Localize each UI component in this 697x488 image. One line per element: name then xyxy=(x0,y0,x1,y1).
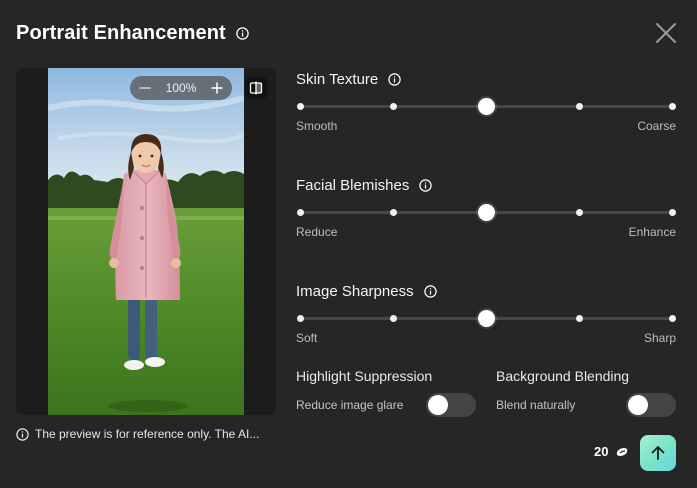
slider-step-dot[interactable] xyxy=(389,315,397,322)
slider-knob[interactable] xyxy=(477,310,495,327)
toggle-description: Reduce image glare xyxy=(296,398,404,412)
info-icon[interactable] xyxy=(388,72,401,86)
slider-max-label: Sharp xyxy=(643,331,676,345)
facial-blemishes-slider[interactable] xyxy=(296,202,676,222)
zoom-level: 100% xyxy=(165,81,197,95)
image-preview: 100% xyxy=(16,68,276,415)
background-blending-switch[interactable] xyxy=(626,393,676,417)
slider-max-label: Enhance xyxy=(628,225,676,239)
portrait-enhancement-dialog: Portrait Enhancement 100% The preview is… xyxy=(0,0,697,488)
coin-icon xyxy=(617,447,628,456)
slider-step-dot[interactable] xyxy=(296,315,304,322)
toggle-description: Blend naturally xyxy=(496,398,576,412)
slider-min-label: Reduce xyxy=(296,225,338,239)
background-blending-option: Background Blending Blend naturally xyxy=(496,368,676,417)
skin-texture-section: Skin Texture Smooth Coarse xyxy=(296,69,676,134)
section-title: Skin Texture xyxy=(296,70,379,88)
slider-min-label: Soft xyxy=(296,331,318,345)
slider-step-dot[interactable] xyxy=(668,315,676,322)
image-sharpness-section: Image Sharpness Soft Sharp xyxy=(296,281,676,346)
slider-knob[interactable] xyxy=(477,98,495,115)
slider-step-dot[interactable] xyxy=(296,209,304,216)
title-row: Portrait Enhancement xyxy=(16,20,249,46)
toggle-title: Highlight Suppression xyxy=(296,368,433,384)
submit-button[interactable] xyxy=(640,435,676,471)
highlight-suppression-switch[interactable] xyxy=(426,393,476,417)
slider-step-dot[interactable] xyxy=(575,209,583,216)
image-sharpness-slider[interactable] xyxy=(296,308,676,328)
portrait-photo xyxy=(48,68,244,415)
info-icon[interactable] xyxy=(419,178,433,192)
credit-cost: 20 xyxy=(594,444,629,459)
close-button[interactable] xyxy=(654,21,678,45)
slider-min-label: Smooth xyxy=(296,119,338,133)
switch-thumb xyxy=(628,395,648,415)
slider-step-dot[interactable] xyxy=(668,209,676,216)
plus-icon[interactable] xyxy=(210,81,224,95)
facial-blemishes-section: Facial Blemishes Reduce Enhance xyxy=(296,175,676,240)
arrow-up-icon xyxy=(651,446,665,460)
slider-step-dot[interactable] xyxy=(575,315,583,322)
info-icon xyxy=(16,427,29,441)
minus-icon[interactable] xyxy=(138,81,152,95)
preview-disclaimer: The preview is for reference only. The A… xyxy=(16,427,259,441)
slider-step-dot[interactable] xyxy=(575,103,583,110)
slider-max-label: Coarse xyxy=(637,119,676,133)
info-icon[interactable] xyxy=(423,284,437,298)
toggle-title: Background Blending xyxy=(496,368,630,384)
slider-step-dot[interactable] xyxy=(668,103,676,110)
credit-amount: 20 xyxy=(594,444,609,459)
highlight-suppression-option: Highlight Suppression Reduce image glare xyxy=(296,368,476,417)
section-title: Image Sharpness xyxy=(296,282,414,300)
zoom-control: 100% xyxy=(130,76,232,100)
info-icon[interactable] xyxy=(236,26,249,40)
slider-step-dot[interactable] xyxy=(389,103,397,110)
skin-texture-slider[interactable] xyxy=(296,96,676,116)
slider-step-dot[interactable] xyxy=(296,103,304,110)
dialog-title: Portrait Enhancement xyxy=(16,21,226,44)
section-title: Facial Blemishes xyxy=(296,176,410,194)
disclaimer-text: The preview is for reference only. The A… xyxy=(35,427,260,441)
compare-toggle-button[interactable] xyxy=(245,77,267,99)
slider-step-dot[interactable] xyxy=(389,209,397,216)
close-icon xyxy=(656,23,676,43)
switch-thumb xyxy=(428,395,448,415)
slider-knob[interactable] xyxy=(477,204,495,221)
compare-split-icon xyxy=(249,81,263,95)
